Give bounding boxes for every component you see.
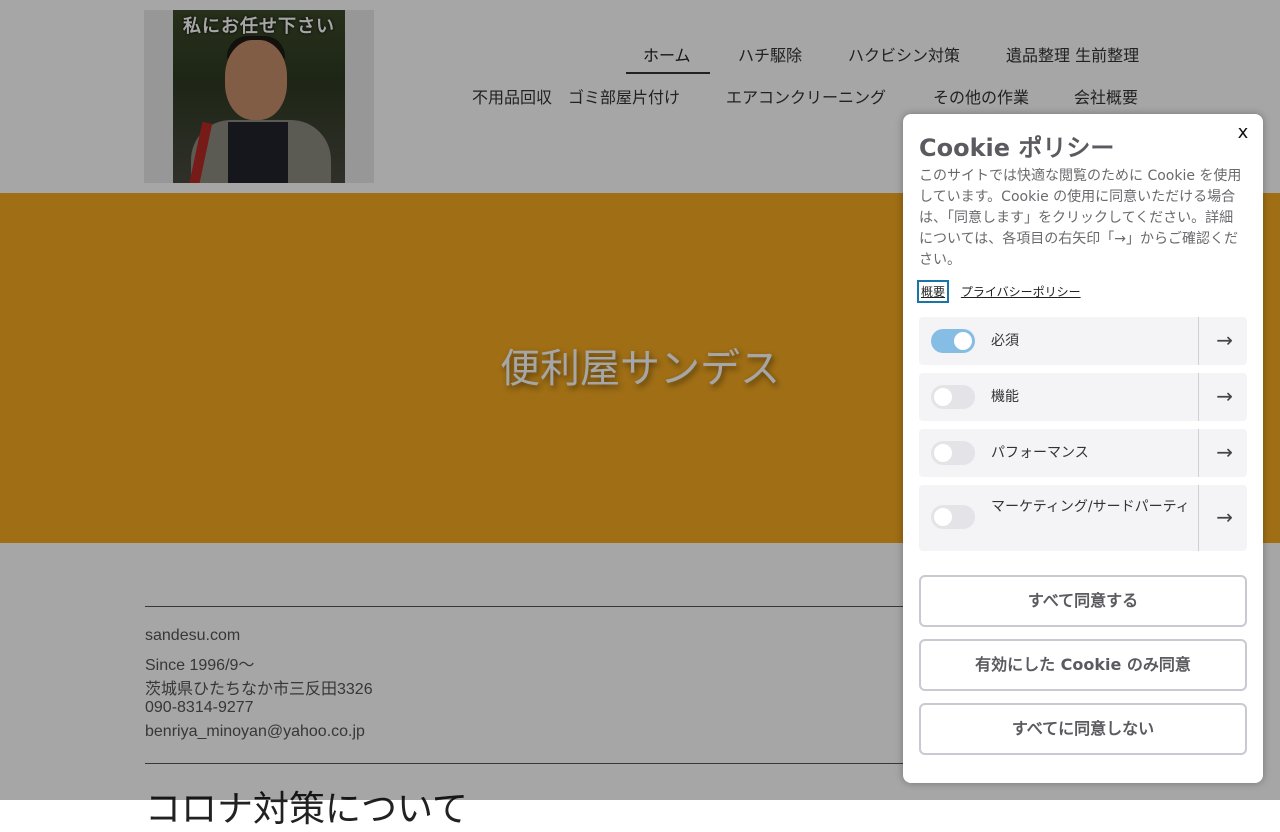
- tab-privacy-policy[interactable]: プライバシーポリシー: [961, 283, 1081, 300]
- toggle-functional[interactable]: [931, 385, 975, 409]
- toggle-knob: [934, 508, 952, 526]
- category-label: 必須: [991, 333, 1019, 349]
- toggle-performance[interactable]: [931, 441, 975, 465]
- toggle-marketing[interactable]: [931, 505, 975, 529]
- category-separator: [1198, 373, 1199, 421]
- category-performance[interactable]: パフォーマンス →: [919, 429, 1247, 477]
- category-marketing[interactable]: マーケティング/サードパーティ →: [919, 485, 1247, 551]
- cookie-title: Cookie ポリシー: [919, 134, 1115, 162]
- tab-overview[interactable]: 概要: [917, 280, 950, 303]
- category-functional[interactable]: 機能 →: [919, 373, 1247, 421]
- cookie-tabs: 概要 プライバシーポリシー: [917, 280, 1089, 303]
- category-required[interactable]: 必須 →: [919, 317, 1247, 365]
- arrow-right-icon[interactable]: →: [1216, 328, 1233, 352]
- cookie-dialog: x Cookie ポリシー このサイトでは快適な閲覧のために Cookie を使…: [903, 114, 1263, 783]
- category-separator: [1198, 317, 1199, 365]
- toggle-required[interactable]: [931, 329, 975, 353]
- category-label: 機能: [991, 389, 1019, 405]
- category-separator: [1198, 429, 1199, 477]
- arrow-right-icon[interactable]: →: [1216, 505, 1233, 529]
- toggle-knob: [934, 388, 952, 406]
- accept-selected-button[interactable]: 有効にした Cookie のみ同意: [919, 639, 1247, 691]
- toggle-knob: [934, 444, 952, 462]
- accept-all-button[interactable]: すべて同意する: [919, 575, 1247, 627]
- arrow-right-icon[interactable]: →: [1216, 440, 1233, 464]
- toggle-knob: [954, 332, 972, 350]
- arrow-right-icon[interactable]: →: [1216, 384, 1233, 408]
- category-label: パフォーマンス: [991, 445, 1089, 461]
- reject-all-button[interactable]: すべてに同意しない: [919, 703, 1247, 755]
- close-icon[interactable]: x: [1233, 122, 1253, 143]
- category-label: マーケティング/サードパーティ: [991, 499, 1190, 515]
- category-separator: [1198, 485, 1199, 551]
- cookie-description: このサイトでは快適な閲覧のために Cookie を使用しています。Cookie …: [919, 168, 1242, 268]
